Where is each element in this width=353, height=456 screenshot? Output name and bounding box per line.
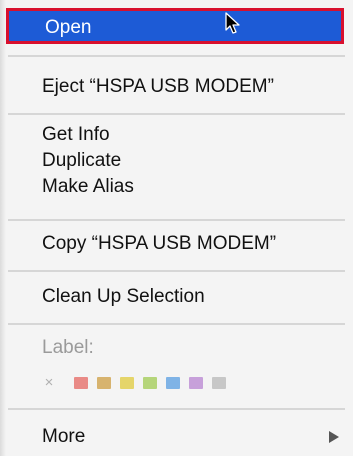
label-green-swatch[interactable] (143, 377, 157, 389)
menu-shadow (0, 0, 6, 456)
label-color-swatches: × (42, 375, 235, 390)
menu-item-make-alias-label: Make Alias (42, 176, 134, 197)
label-title: Label: (42, 337, 94, 358)
label-gray-swatch[interactable] (212, 377, 226, 389)
menu-item-duplicate-label: Duplicate (42, 150, 122, 171)
menu-item-copy[interactable]: Copy “HSPA USB MODEM” (0, 232, 353, 256)
menu-item-get-info-label: Get Info (42, 124, 110, 145)
menu-item-copy-label: Copy “HSPA USB MODEM” (42, 233, 277, 254)
arrow-cursor-icon (225, 12, 240, 34)
menu-separator (8, 270, 345, 272)
menu-item-eject-label: Eject “HSPA USB MODEM” (42, 76, 274, 97)
label-red-swatch[interactable] (74, 377, 88, 389)
label-blue-swatch[interactable] (166, 377, 180, 389)
context-menu: Open Eject “HSPA USB MODEM” Get Info Dup… (0, 0, 353, 456)
label-none-icon[interactable]: × (42, 375, 56, 390)
label-purple-swatch[interactable] (189, 377, 203, 389)
menu-separator (8, 219, 345, 221)
menu-item-more-label: More (42, 426, 86, 447)
label-section-title: Label: (0, 336, 353, 360)
menu-item-clean-up-selection[interactable]: Clean Up Selection (0, 285, 353, 309)
menu-item-make-alias[interactable]: Make Alias (0, 175, 353, 199)
menu-item-eject[interactable]: Eject “HSPA USB MODEM” (0, 75, 353, 99)
menu-item-more[interactable]: More (0, 425, 353, 449)
menu-separator (8, 323, 345, 325)
menu-item-clean-up-selection-label: Clean Up Selection (42, 286, 205, 307)
menu-item-open-label: Open (45, 17, 92, 38)
menu-item-open[interactable]: Open (6, 8, 344, 44)
menu-separator (8, 55, 345, 57)
menu-separator (8, 408, 345, 410)
menu-item-duplicate[interactable]: Duplicate (0, 149, 353, 173)
menu-separator (8, 113, 345, 115)
label-yellow-swatch[interactable] (120, 377, 134, 389)
chevron-right-icon (329, 431, 339, 443)
menu-item-get-info[interactable]: Get Info (0, 123, 353, 147)
label-orange-swatch[interactable] (97, 377, 111, 389)
